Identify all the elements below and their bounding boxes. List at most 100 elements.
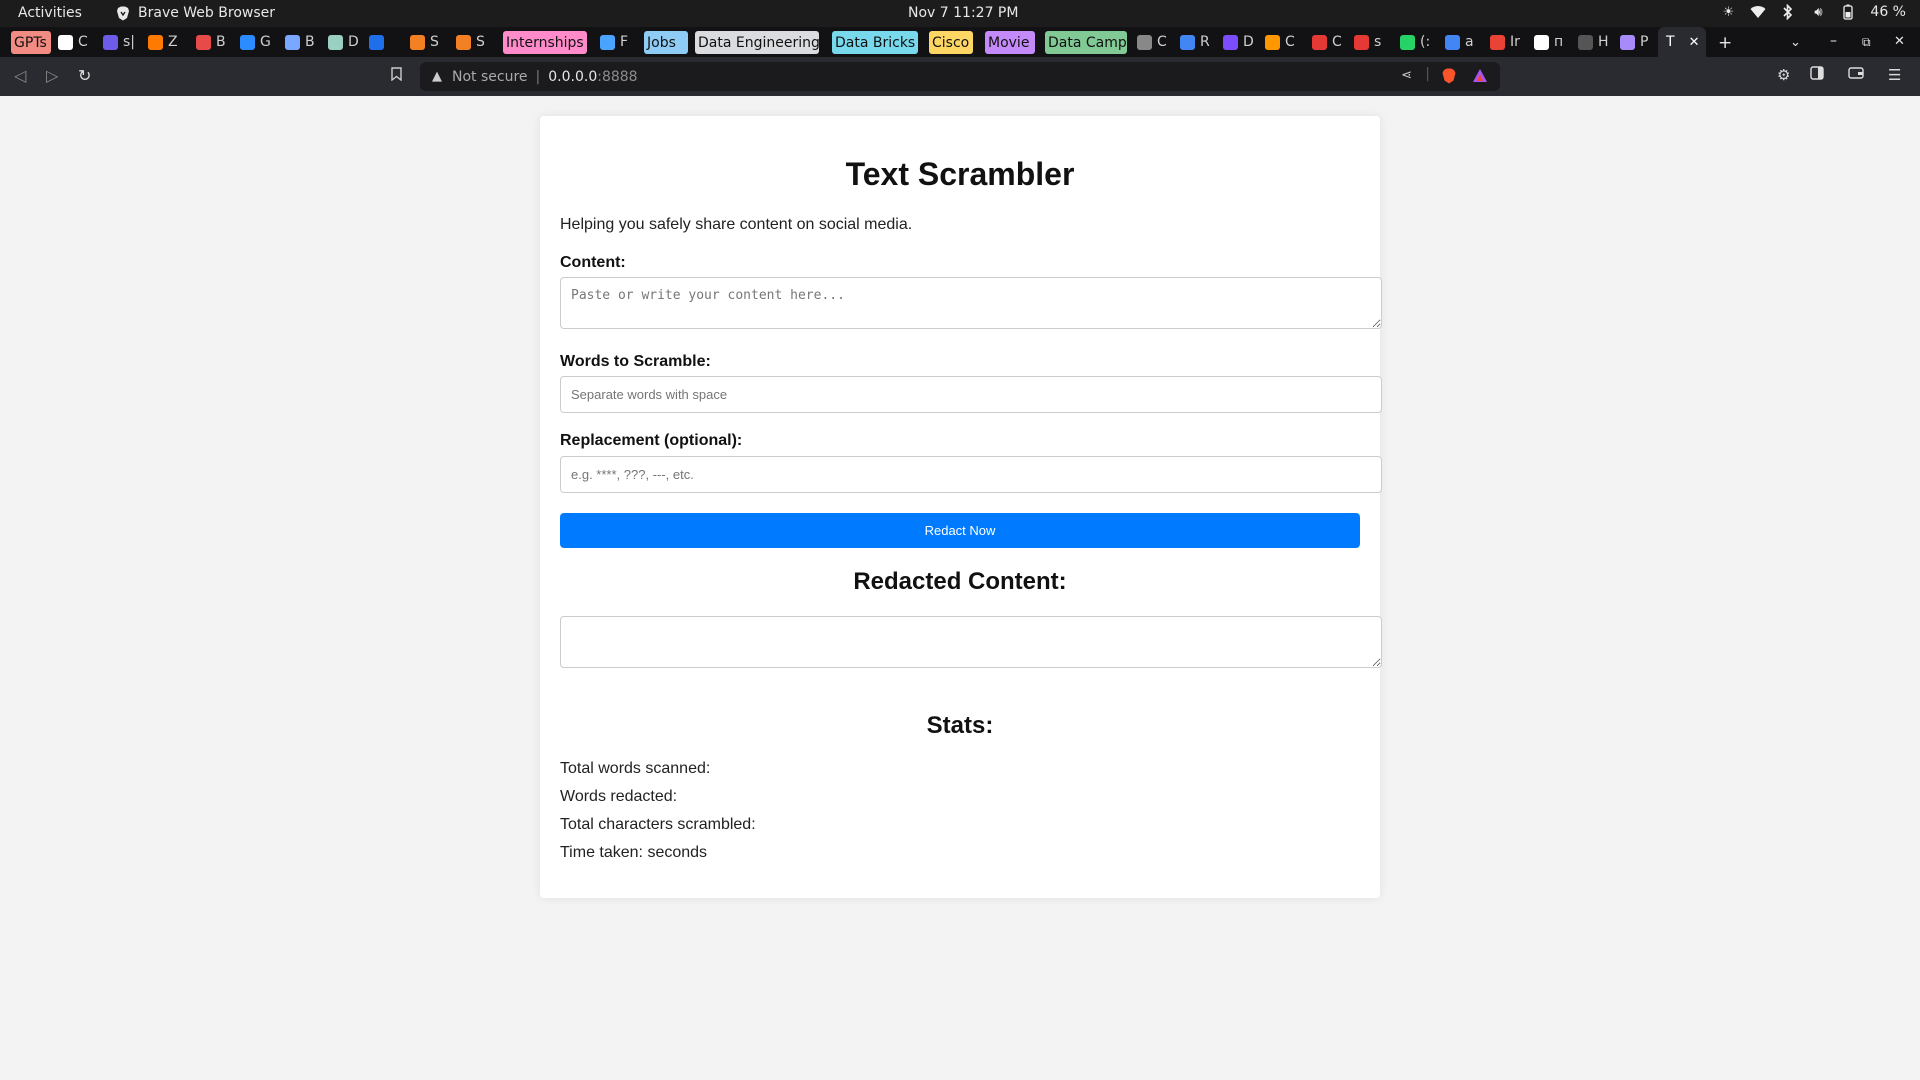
back-icon[interactable]: ◁	[14, 66, 26, 85]
tab[interactable]: C	[1312, 31, 1350, 53]
stat-characters-scrambled: Total characters scrambled:	[560, 816, 756, 833]
tab[interactable]: S	[456, 31, 496, 53]
tab-group-chip[interactable]: Data Camp	[1045, 31, 1127, 54]
tab[interactable]: P	[1620, 31, 1658, 53]
tab-label: D	[1243, 34, 1254, 50]
tab-group-chip[interactable]: Internships	[503, 31, 587, 54]
divider: |	[535, 68, 541, 85]
tab-group-chip[interactable]: GPTs	[11, 31, 51, 54]
brave-shields-icon[interactable]	[1442, 68, 1456, 88]
tab-label: Ir	[1510, 34, 1520, 50]
tab-search-chevron-down-icon[interactable]: ⌄	[1790, 35, 1801, 50]
bluetooth-icon	[1780, 4, 1796, 20]
clock[interactable]: Nov 7 11:27 PM	[908, 5, 1018, 21]
tab[interactable]: (:	[1400, 31, 1440, 53]
tab-label: (:	[1420, 34, 1431, 50]
tab[interactable]: Ir	[1490, 31, 1530, 53]
stat-total-words: Total words scanned:	[560, 760, 711, 777]
wifi-icon	[1750, 4, 1766, 20]
tab[interactable]: D	[328, 31, 364, 53]
url-host[interactable]: 0.0.0.0	[548, 69, 597, 85]
minimize-icon[interactable]: –	[1830, 33, 1837, 49]
tab[interactable]: C	[1137, 31, 1175, 53]
favicon-icon	[1490, 34, 1505, 50]
sidebar-icon[interactable]	[1810, 66, 1824, 84]
words-label: Words to Scramble:	[560, 353, 711, 370]
tab[interactable]: s	[1354, 31, 1392, 53]
replacement-label: Replacement (optional):	[560, 432, 743, 449]
tab-label: Z	[168, 34, 178, 50]
tab[interactable]: п	[1534, 31, 1574, 53]
tab[interactable]: G	[240, 31, 278, 53]
tab[interactable]: C	[58, 31, 96, 53]
security-label[interactable]: Not secure	[452, 69, 528, 85]
tab-label: B	[305, 34, 315, 50]
address-bar[interactable]: ▲ Not secure | 0.0.0.0 :8888 ⋖ |	[420, 62, 1500, 91]
tab-label: C	[1332, 34, 1342, 50]
favicon-icon	[1180, 34, 1195, 50]
share-icon[interactable]: ⋖	[1401, 68, 1412, 83]
bookmark-icon[interactable]	[391, 66, 402, 85]
redact-now-button[interactable]: Redact Now	[560, 513, 1360, 548]
activities-button[interactable]: Activities	[18, 5, 82, 21]
tab-label: Movie	[988, 34, 1030, 51]
tab[interactable]: F	[600, 31, 638, 53]
tab-label: a	[1465, 34, 1474, 50]
redacted-output-textarea[interactable]	[560, 616, 1382, 668]
tab[interactable]	[369, 31, 399, 53]
replacement-input[interactable]	[560, 456, 1382, 493]
window-close-icon[interactable]: ✕	[1894, 34, 1905, 49]
tab-label: п	[1554, 34, 1564, 50]
favicon-icon	[58, 34, 73, 50]
tab-group-chip[interactable]: Movie	[985, 31, 1035, 54]
tab-label: T	[1666, 34, 1675, 50]
battery-percentage: 46 %	[1870, 4, 1906, 20]
warning-triangle-icon[interactable]: ▲	[432, 69, 442, 84]
tab-label: Data Bricks	[835, 34, 916, 51]
favicon-icon	[1400, 34, 1415, 50]
tab[interactable]: C	[1265, 31, 1305, 53]
favicon-icon	[1445, 34, 1460, 50]
favicon-icon	[1137, 34, 1152, 50]
tab[interactable]: H	[1578, 31, 1616, 53]
tab-label: P	[1640, 34, 1649, 50]
restore-icon[interactable]: ⧉	[1862, 35, 1871, 50]
url-port[interactable]: :8888	[597, 69, 637, 85]
menu-hamburger-icon[interactable]: ☰	[1888, 66, 1901, 84]
tab[interactable]: S	[410, 31, 450, 53]
tab-active[interactable]: T ✕	[1658, 27, 1706, 57]
brave-rewards-icon[interactable]	[1472, 68, 1488, 87]
system-tray[interactable]: ☀ 🔊︎ 46 %	[1720, 4, 1906, 20]
system-top-bar: Activities Brave Web Browser Nov 7 11:27…	[0, 0, 1920, 27]
favicon-icon	[148, 34, 163, 50]
favicon-icon	[1534, 34, 1549, 50]
tab-group-chip[interactable]: Data Engineering	[695, 31, 819, 54]
redacted-heading: Redacted Content:	[853, 568, 1067, 595]
wallet-icon[interactable]	[1848, 66, 1864, 84]
tab[interactable]: Z	[148, 31, 186, 53]
tab[interactable]: a	[1445, 31, 1485, 53]
tab-label: R	[1200, 34, 1210, 50]
tab-group-chip[interactable]: Cisco	[929, 31, 973, 54]
tab-label: H	[1598, 34, 1609, 50]
tab-group-chip[interactable]: Jobs	[644, 31, 688, 54]
forward-icon[interactable]: ▷	[46, 66, 58, 85]
favicon-icon	[103, 34, 118, 50]
content-textarea[interactable]	[560, 277, 1382, 329]
close-icon[interactable]: ✕	[1689, 35, 1700, 50]
tab[interactable]: R	[1180, 31, 1218, 53]
words-to-scramble-input[interactable]	[560, 376, 1382, 413]
app-menu[interactable]: Brave Web Browser	[116, 5, 275, 21]
extensions-icon[interactable]: ⚙	[1777, 66, 1790, 84]
favicon-icon	[1223, 34, 1238, 50]
reload-icon[interactable]: ↻	[78, 66, 91, 85]
tab[interactable]: B	[196, 31, 234, 53]
tab-group-chip[interactable]: Data Bricks	[832, 31, 918, 54]
tab[interactable]: s|	[103, 31, 141, 53]
tab-strip: T ✕ + ⌄ – ⧉ ✕ GPTs Cs| Z B G B D S S Internships F…	[0, 27, 1920, 57]
new-tab-plus-icon[interactable]: +	[1718, 33, 1732, 53]
tab[interactable]: B	[285, 31, 323, 53]
favicon-icon	[1620, 34, 1635, 50]
tab-label: s|	[123, 34, 136, 50]
tab[interactable]: D	[1223, 31, 1261, 53]
